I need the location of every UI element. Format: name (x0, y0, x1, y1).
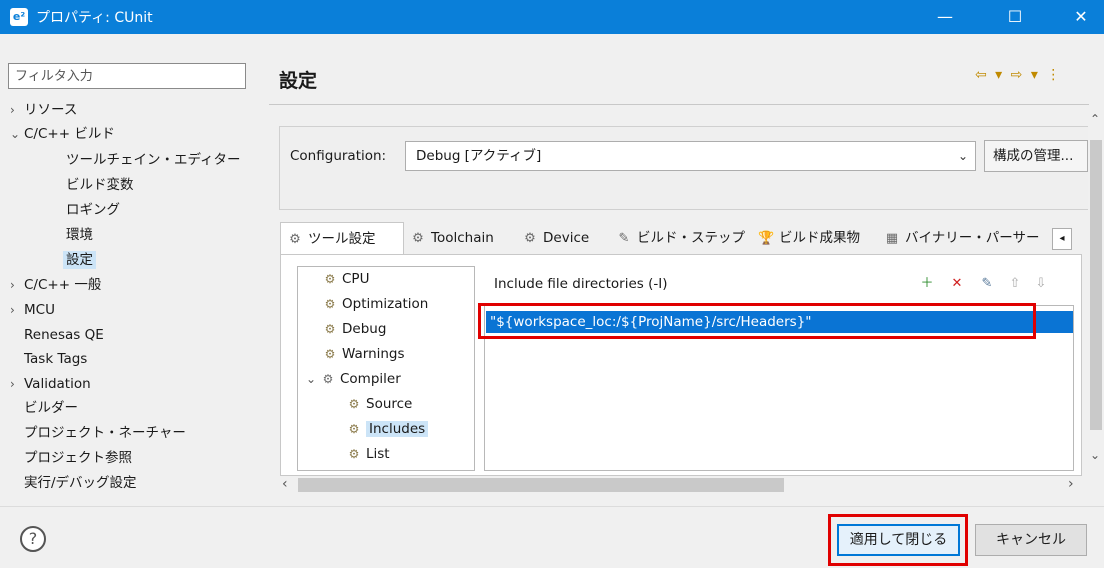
filter-input[interactable] (8, 63, 246, 89)
settings-page-icon: ⚙ (348, 447, 360, 461)
tool-tree-item-warnings[interactable]: ⚙ Warnings (322, 342, 405, 366)
gear-icon: ⚙ (412, 231, 424, 246)
configuration-label: Configuration: (290, 148, 387, 164)
settings-page-icon: ⚙ (324, 322, 336, 336)
sidebar-item-mcu[interactable]: › MCU (10, 298, 55, 322)
tab-build-artifact[interactable]: 🏆 ビルド成果物 (752, 222, 876, 254)
sidebar-item-task-tags[interactable]: Task Tags (24, 347, 87, 371)
tab-build-steps[interactable]: ✎ ビルド・ステップ (610, 222, 750, 254)
gear-icon: ⚙ (524, 231, 536, 246)
chevron-down-icon[interactable]: ⌄ (306, 367, 320, 391)
scroll-left-icon[interactable]: ‹ (282, 476, 288, 492)
gear-icon: ⚙ (289, 232, 301, 247)
scrollbar-thumb[interactable] (298, 478, 784, 492)
settings-page-icon: ⚙ (348, 397, 360, 411)
sidebar-item-toolchain-editor[interactable]: ツールチェイン・エディター (66, 148, 241, 172)
sidebar-item-validation[interactable]: › Validation (10, 372, 91, 396)
help-button[interactable]: ? (20, 526, 46, 552)
configuration-select[interactable]: Debug [アクティブ] (405, 141, 976, 171)
chevron-down-icon[interactable]: ⌄ (950, 141, 976, 171)
trophy-icon: 🏆 (758, 231, 775, 246)
chevron-right-icon[interactable]: › (10, 372, 24, 396)
chevron-right-icon[interactable]: › (10, 273, 24, 297)
settings-page-icon: ⚙ (324, 272, 336, 286)
settings-page-icon: ⚙ (324, 347, 336, 361)
tool-settings-tree: ⚙ CPU ⚙ Optimization ⚙ Debug ⚙ Warnings ⌄ ⚙ Co… (297, 266, 475, 471)
sidebar-item-resource[interactable]: › リソース (10, 98, 77, 122)
window-title: プロパティ: CUnit (36, 10, 153, 26)
scroll-up-icon[interactable]: ⌃ (1090, 112, 1100, 126)
sidebar-item-settings[interactable]: 設定 (63, 248, 96, 272)
highlight-box (478, 303, 1036, 339)
sidebar-item-project-references[interactable]: プロジェクト参照 (24, 446, 132, 470)
tool-tree-item-source[interactable]: ⚙ Source (346, 392, 413, 416)
sidebar-item-builder[interactable]: ビルダー (24, 396, 78, 420)
header-divider (269, 104, 1089, 105)
tool-tree-item-compiler[interactable]: ⌄ ⚙ Compiler (306, 367, 401, 391)
sidebar-item-environment[interactable]: 環境 (66, 223, 93, 247)
move-up-icon[interactable]: ⇧ (1006, 275, 1024, 293)
tab-tool-settings[interactable]: ⚙ ツール設定 (280, 222, 404, 256)
maximize-button[interactable]: ☐ (992, 0, 1038, 34)
sidebar-item-build-variables[interactable]: ビルド変数 (66, 173, 134, 197)
sidebar-item-run-debug-settings[interactable]: 実行/デバッグ設定 (24, 471, 137, 495)
chevron-right-icon[interactable]: › (10, 98, 24, 122)
scrollbar-thumb[interactable] (1090, 140, 1102, 430)
tabs-row: ⚙ ツール設定 ⚙ Toolchain ⚙ Device ✎ ビルド・ステップ 🏆 ビルド… (280, 222, 1084, 256)
chevron-right-icon[interactable]: › (10, 298, 24, 322)
cancel-button[interactable]: キャンセル (975, 524, 1087, 556)
move-down-icon[interactable]: ⇩ (1032, 275, 1050, 293)
minimize-button[interactable]: — (922, 0, 968, 34)
tab-scroll-left-icon[interactable]: ◂ (1052, 228, 1072, 250)
tool-tree-item-list[interactable]: ⚙ List (346, 442, 390, 466)
manage-configurations-button[interactable]: 構成の管理... (984, 140, 1088, 172)
tab-device[interactable]: ⚙ Device (516, 222, 608, 254)
delete-icon[interactable]: ✕ (948, 275, 966, 293)
settings-page-icon: ⚙ (348, 422, 360, 436)
sidebar-item-renesas-qe[interactable]: Renesas QE (24, 323, 104, 347)
sidebar-item-project-nature[interactable]: プロジェクト・ネーチャー (24, 421, 186, 445)
sidebar-item-cc-general[interactable]: › C/C++ 一般 (10, 273, 101, 297)
settings-page-icon: ⚙ (324, 297, 336, 311)
history-nav-arrows-icon[interactable]: ⇦ ▾ ⇨ ▾ ⋮ (975, 67, 1062, 83)
tool-tree-item-includes[interactable]: ⚙ Includes (346, 417, 429, 441)
sidebar-item-cc-build[interactable]: ⌄ C/C++ ビルド (10, 122, 115, 146)
tab-toolchain[interactable]: ⚙ Toolchain (404, 222, 516, 254)
include-directories-title: Include file directories (-I) (494, 276, 668, 292)
footer-divider (0, 506, 1104, 507)
scroll-down-icon[interactable]: ⌄ (1090, 448, 1100, 462)
tool-tree-item-debug[interactable]: ⚙ Debug (322, 317, 387, 341)
edit-icon[interactable]: ✎ (978, 275, 996, 293)
chevron-down-icon[interactable]: ⌄ (10, 122, 24, 146)
app-icon: e² (10, 8, 28, 26)
binary-icon: ▦ (885, 231, 899, 246)
sidebar-item-logging[interactable]: ロギング (66, 198, 120, 222)
wand-icon: ✎ (618, 231, 630, 246)
add-icon[interactable]: ＋ (918, 275, 936, 293)
tool-tree-item-cpu[interactable]: ⚙ CPU (322, 267, 370, 291)
highlight-box (828, 514, 968, 566)
scroll-right-icon[interactable]: › (1068, 476, 1074, 492)
gear-icon: ⚙ (322, 372, 334, 386)
page-title: 設定 (279, 70, 318, 92)
tool-tree-item-optimization[interactable]: ⚙ Optimization (322, 292, 429, 316)
tab-binary-parser[interactable]: ▦ バイナリー・パーサー (878, 222, 1048, 254)
close-button[interactable]: ✕ (1058, 0, 1104, 34)
